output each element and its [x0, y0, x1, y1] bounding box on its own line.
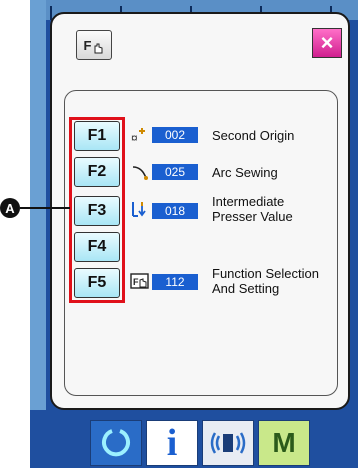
arc-sewing-label: Arc Sewing [212, 165, 278, 180]
mode-button[interactable]: M [258, 420, 310, 466]
function-selection-code: 112 [152, 274, 198, 290]
device-left-strip [30, 0, 46, 410]
arc-sewing-icon [132, 166, 148, 180]
function-key-mode-button[interactable]: F [76, 30, 112, 60]
presser-value-icon [132, 202, 146, 217]
communication-icon [210, 432, 246, 454]
f1-button[interactable]: F1 [74, 121, 120, 151]
f5-button[interactable]: F5 [74, 268, 120, 298]
f2-button[interactable]: F2 [74, 157, 120, 187]
refresh-icon [102, 429, 130, 457]
function-selection-icon: F [130, 273, 149, 289]
callout-line [20, 207, 70, 209]
function-selection-label: Function Selection And Setting [212, 266, 319, 296]
f4-button[interactable]: F4 [74, 232, 120, 262]
second-origin-code: 002 [152, 127, 198, 143]
second-origin-icon: ¤ [131, 128, 145, 144]
svg-text:F: F [133, 277, 139, 287]
close-icon: × [320, 30, 334, 55]
refresh-button[interactable] [90, 420, 142, 466]
info-icon: i [166, 422, 178, 464]
second-origin-label: Second Origin [212, 128, 295, 143]
hand-pointer-icon [94, 43, 103, 54]
arc-sewing-code: 025 [152, 164, 198, 180]
svg-text:¤: ¤ [131, 131, 138, 144]
function-key-icon: F [83, 37, 92, 53]
presser-value-label: Intermediate Presser Value [212, 194, 293, 224]
callout-marker: A [0, 198, 20, 218]
presser-value-code: 018 [152, 203, 198, 219]
communication-button[interactable] [202, 420, 254, 466]
f3-button[interactable]: F3 [74, 196, 120, 226]
mode-label: M [272, 427, 296, 458]
info-button[interactable]: i [146, 420, 198, 466]
close-button[interactable]: × [312, 28, 342, 58]
